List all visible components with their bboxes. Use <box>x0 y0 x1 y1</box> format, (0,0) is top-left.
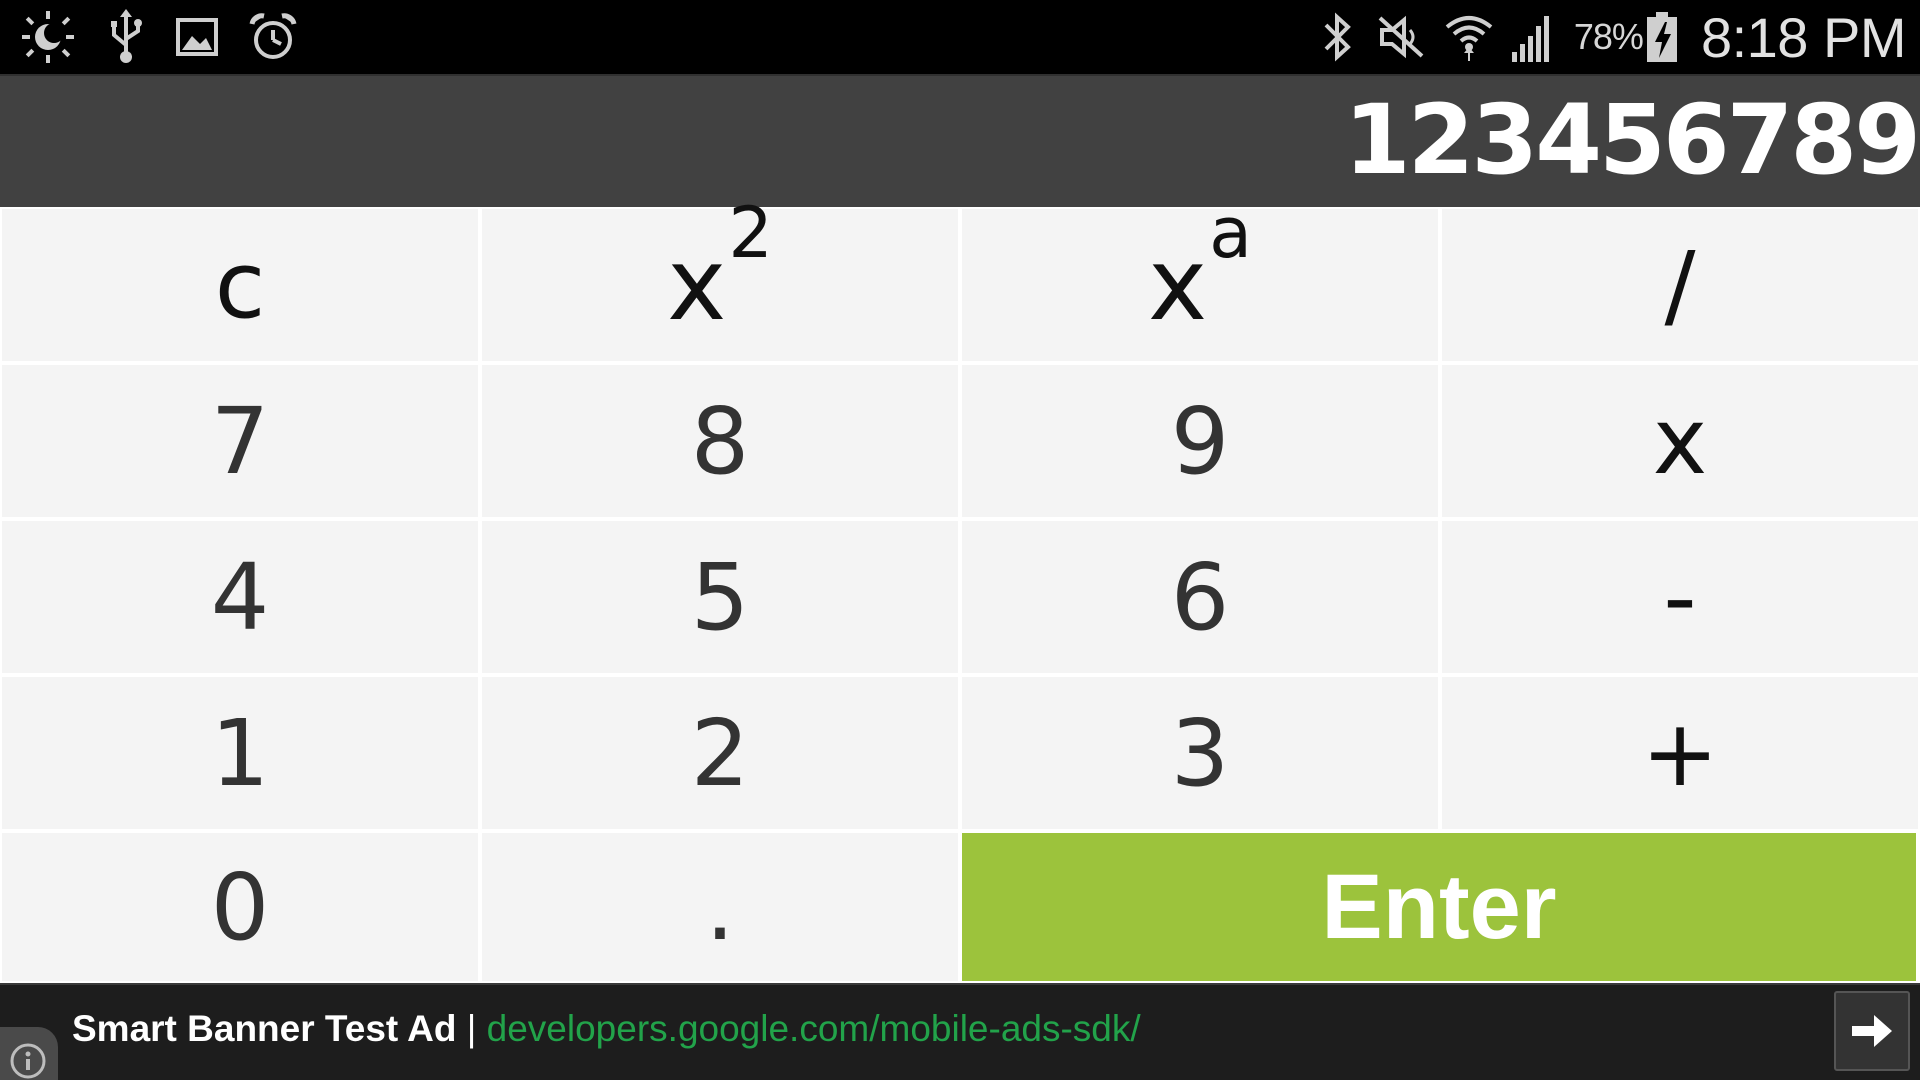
ad-separator: | <box>456 1008 487 1049</box>
arrow-right-icon <box>1852 1015 1892 1047</box>
digit-2-label: 2 <box>690 699 750 807</box>
square-base-label: x <box>667 226 727 343</box>
clock: 8:18 PM <box>1700 5 1907 69</box>
digit-6-button[interactable]: 6 <box>962 521 1438 673</box>
divide-label: / <box>1664 231 1696 339</box>
wifi-icon <box>1444 11 1494 63</box>
bluetooth-icon <box>1318 11 1358 63</box>
usb-icon <box>106 9 146 65</box>
ad-open-button[interactable] <box>1834 991 1910 1071</box>
digit-5-button[interactable]: 5 <box>482 521 958 673</box>
ad-banner[interactable]: Smart Banner Test Ad | developers.google… <box>0 983 1920 1080</box>
power-base-label: x <box>1147 226 1208 343</box>
subtract-label: - <box>1663 543 1697 651</box>
mute-icon <box>1376 12 1426 62</box>
calculator-screen: 78% 8:18 PM 123456789 c x2 xa / 7 8 9 x … <box>0 0 1920 1080</box>
enter-label: Enter <box>1321 855 1557 958</box>
digit-4-button[interactable]: 4 <box>2 521 478 673</box>
enter-button[interactable]: Enter <box>962 833 1916 981</box>
signal-icon <box>1511 12 1556 62</box>
brightness-icon <box>20 9 76 65</box>
digit-4-label: 4 <box>210 543 270 651</box>
add-button[interactable]: + <box>1442 677 1918 829</box>
display-value: 123456789 <box>1343 84 1920 196</box>
gallery-icon <box>176 16 218 58</box>
divide-button[interactable]: / <box>1442 209 1918 361</box>
battery-percent: 78% <box>1573 16 1644 57</box>
ad-text[interactable]: Smart Banner Test Ad | developers.google… <box>72 1007 1141 1051</box>
multiply-button[interactable]: x <box>1442 365 1918 517</box>
digit-2-button[interactable]: 2 <box>482 677 958 829</box>
digit-3-button[interactable]: 3 <box>962 677 1438 829</box>
digit-7-label: 7 <box>210 387 270 495</box>
clear-button[interactable]: c <box>2 209 478 361</box>
digit-9-button[interactable]: 9 <box>962 365 1438 517</box>
digit-9-label: 9 <box>1170 387 1230 495</box>
digit-1-label: 1 <box>210 699 270 807</box>
square-button[interactable]: x2 <box>482 198 958 361</box>
status-bar-notifications <box>20 9 298 65</box>
calculator-display: 123456789 <box>0 74 1920 207</box>
ad-info-button[interactable] <box>0 1027 58 1080</box>
power-exponent-label: a <box>1209 192 1253 274</box>
square-exponent-label: 2 <box>728 192 773 274</box>
digit-7-button[interactable]: 7 <box>2 365 478 517</box>
digit-8-label: 8 <box>690 387 750 495</box>
add-label: + <box>1641 699 1719 807</box>
subtract-button[interactable]: - <box>1442 521 1918 673</box>
multiply-label: x <box>1652 387 1708 495</box>
keypad: c x2 xa / 7 8 9 x 4 5 6 - 1 2 3 + 0 . En… <box>0 198 1920 983</box>
digit-3-label: 3 <box>1170 699 1230 807</box>
battery-status: 78% <box>1574 12 1677 62</box>
digit-1-button[interactable]: 1 <box>2 677 478 829</box>
digit-6-label: 6 <box>1170 543 1230 651</box>
info-icon <box>10 1043 46 1079</box>
ad-title: Smart Banner Test Ad <box>72 1008 457 1049</box>
digit-5-label: 5 <box>690 543 750 651</box>
decimal-label: . <box>705 853 735 961</box>
digit-8-button[interactable]: 8 <box>482 365 958 517</box>
ad-url-link[interactable]: developers.google.com/mobile-ads-sdk/ <box>487 1008 1141 1049</box>
power-button[interactable]: xa <box>962 198 1438 361</box>
digit-0-button[interactable]: 0 <box>2 833 478 981</box>
digit-0-label: 0 <box>210 853 270 961</box>
status-bar: 78% 8:18 PM <box>0 0 1920 74</box>
decimal-button[interactable]: . <box>482 833 958 981</box>
status-bar-system: 78% 8:18 PM <box>1318 5 1907 69</box>
alarm-icon <box>248 12 298 62</box>
clear-label: c <box>214 231 266 339</box>
battery-charging-icon <box>1646 12 1677 62</box>
